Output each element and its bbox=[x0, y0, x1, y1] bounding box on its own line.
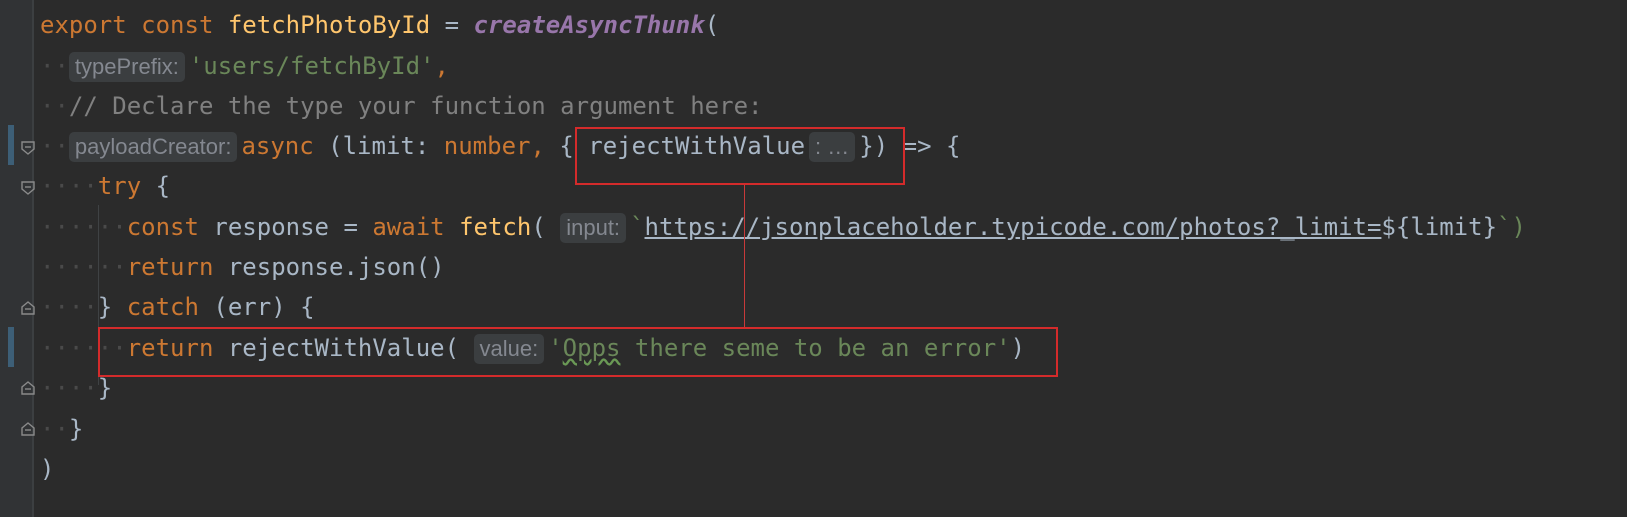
string-literal: 'users/fetchById' bbox=[188, 52, 435, 80]
fold-close-icon[interactable] bbox=[20, 421, 36, 437]
url-link[interactable]: https://jsonplaceholder.typicode.com/pho… bbox=[645, 213, 1382, 241]
highlight-box-reject-param bbox=[575, 127, 905, 185]
keyword: const bbox=[126, 213, 199, 241]
identifier: fetchPhotoById bbox=[227, 11, 431, 39]
keyword: return bbox=[126, 253, 214, 281]
brace: { bbox=[559, 132, 574, 160]
code-line-6[interactable]: ······const response = await fetch( inpu… bbox=[40, 207, 1526, 247]
brace: } bbox=[97, 293, 113, 321]
code-line-3[interactable]: ··// Declare the type your function argu… bbox=[40, 86, 762, 126]
keyword: try bbox=[97, 172, 142, 200]
fold-open-icon[interactable] bbox=[20, 140, 36, 156]
function-call: createAsyncThunk bbox=[473, 11, 705, 39]
change-marker bbox=[8, 125, 14, 165]
type: number, bbox=[443, 132, 545, 160]
brace: } bbox=[68, 415, 84, 443]
fold-close-icon[interactable] bbox=[20, 380, 36, 396]
code-line-2[interactable]: ·· typePrefix:'users/fetchById', bbox=[40, 46, 449, 86]
function-call: fetch bbox=[459, 213, 532, 241]
code-line-1[interactable]: export const fetchPhotoById = createAsyn… bbox=[40, 5, 719, 45]
comment: // Declare the type your function argume… bbox=[68, 92, 763, 120]
code-line-8[interactable]: ····} catch (err) { bbox=[40, 287, 315, 327]
keyword: await bbox=[372, 213, 445, 241]
identifier: response bbox=[213, 213, 329, 241]
code-line-7[interactable]: ······return response.json() bbox=[40, 247, 445, 287]
fold-open-icon[interactable] bbox=[20, 180, 36, 196]
expression: response.json() bbox=[227, 253, 445, 281]
editor-gutter bbox=[0, 0, 32, 517]
code-line-11[interactable]: ··} bbox=[40, 409, 83, 449]
paren: ( bbox=[704, 11, 720, 39]
template-interpolation: ${limit} bbox=[1381, 213, 1498, 241]
fold-open-icon[interactable] bbox=[20, 300, 36, 316]
connector-line bbox=[744, 185, 745, 327]
parameter-hint: input: bbox=[560, 213, 627, 243]
operator: = bbox=[343, 213, 358, 241]
code-line-5[interactable]: ····try { bbox=[40, 166, 170, 206]
keyword: catch bbox=[126, 293, 199, 321]
brace: { bbox=[155, 172, 171, 200]
operator: = bbox=[444, 11, 460, 39]
params: (limit: bbox=[328, 132, 430, 160]
parameter-hint: payloadCreator: bbox=[68, 132, 238, 162]
paren: ( bbox=[531, 213, 546, 241]
paren: ) bbox=[40, 455, 55, 483]
change-marker bbox=[8, 327, 14, 367]
keyword: const bbox=[141, 11, 214, 39]
template-tick: ` bbox=[630, 213, 645, 241]
brace: } bbox=[97, 374, 113, 402]
comma: , bbox=[434, 52, 449, 80]
parameter-hint: typePrefix: bbox=[68, 52, 185, 82]
catch-params: (err) { bbox=[213, 293, 315, 321]
highlight-box-reject-call bbox=[98, 327, 1058, 377]
template-close: `) bbox=[1497, 213, 1526, 241]
code-line-12[interactable]: ) bbox=[40, 449, 54, 489]
keyword: export bbox=[40, 11, 127, 39]
keyword: async bbox=[241, 132, 314, 160]
gutter-divider bbox=[32, 0, 34, 517]
